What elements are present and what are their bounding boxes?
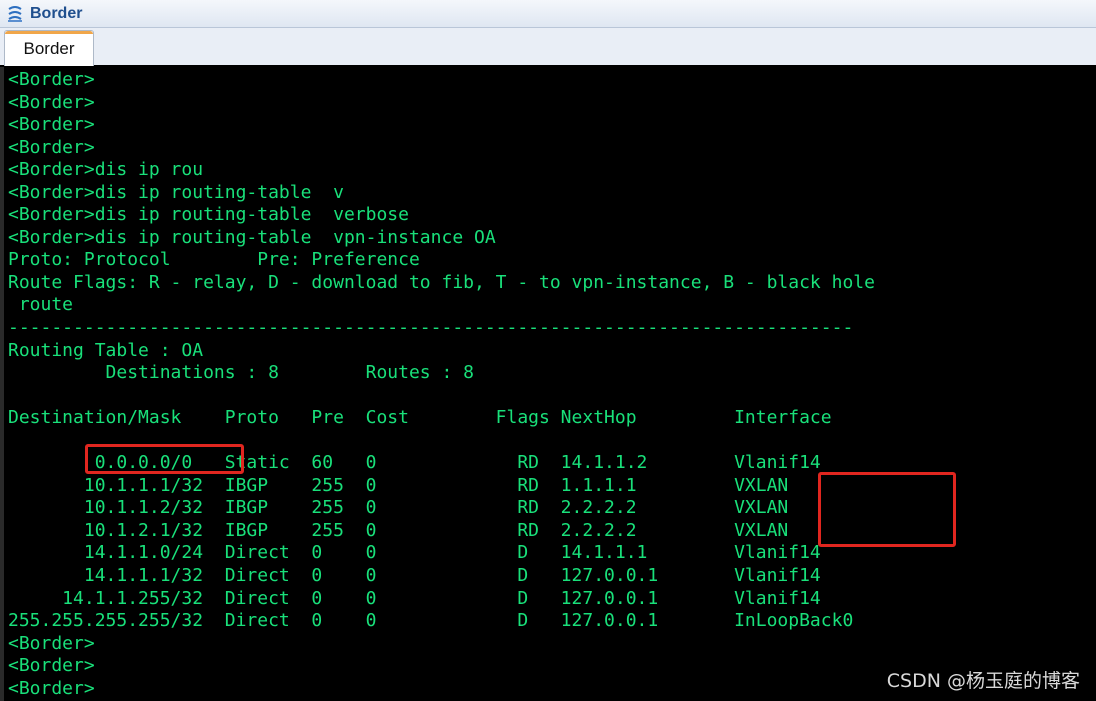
terminal-line: Routing Table : OA [8,339,204,361]
terminal-line: <Border> [8,69,95,90]
terminal-line: Proto: Protocol Pre: Preference [8,249,420,271]
terminal-line: 14.1.1.255/32 Direct 0 0 D 127.0.0.1 Vla… [8,587,821,609]
terminal-line: 255.255.255.255/32 Direct 0 0 D 127.0.0.… [8,610,854,632]
terminal-line: <Border> [8,655,95,677]
tab-bar: Border [0,28,1096,67]
terminal-line: Route Flags: R - relay, D - download to … [8,271,875,293]
terminal-line: 0.0.0.0/0 Static 60 0 RD 14.1.1.2 Vlanif… [8,452,821,474]
terminal-line: 10.1.1.2/32 IBGP 255 0 RD 2.2.2.2 VXLAN [8,497,789,519]
network-device-icon [6,5,24,23]
terminal-line: 14.1.1.1/32 Direct 0 0 D 127.0.0.1 Vlani… [8,565,821,587]
terminal-line: Destination/Mask Proto Pre Cost Flags Ne… [8,407,832,429]
terminal-line: <Border>dis ip routing-table vpn-instanc… [8,226,496,248]
terminal-line: route [8,294,74,316]
tab-border[interactable]: Border [4,30,94,66]
terminal-line: <Border>dis ip rou [8,159,204,181]
terminal-line: Destinations : 8 Routes : 8 [8,362,474,384]
terminal-line: <Border>dis ip routing-table v [8,181,344,203]
terminal-line: 14.1.1.0/24 Direct 0 0 D 14.1.1.1 Vlanif… [8,542,821,564]
terminal-line: <Border> [8,677,95,699]
terminal-line: <Border> [8,91,95,113]
title-bar: Border [0,0,1096,28]
terminal-line: 10.1.2.1/32 IBGP 255 0 RD 2.2.2.2 VXLAN [8,519,789,541]
terminal-line: <Border> [8,136,95,158]
watermark: CSDN @杨玉庭的博客 [886,670,1080,692]
terminal-output: <Border> <Border> <Border> <Border> <Border>… [8,69,875,700]
terminal-line: <Border> [8,114,95,136]
window-title: Border [30,4,83,22]
terminal-line: <Border>dis ip routing-table verbose [8,204,409,226]
terminal-line: <Border> [8,632,95,654]
terminal-line: ----------------------------------------… [8,317,854,339]
terminal-console[interactable]: <Border> <Border> <Border> <Border> <Border>… [0,67,1096,701]
terminal-line: 10.1.1.1/32 IBGP 255 0 RD 1.1.1.1 VXLAN [8,474,789,496]
